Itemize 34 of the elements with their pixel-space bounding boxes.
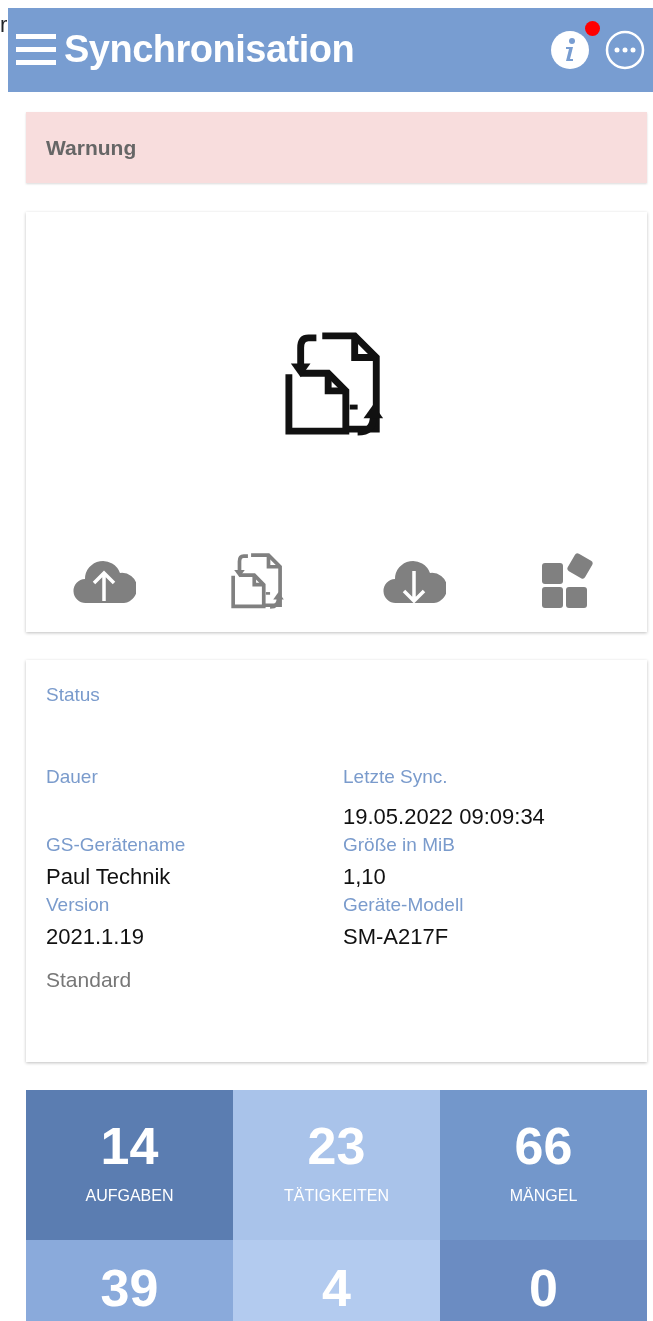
mode-text: Standard — [46, 967, 133, 993]
field-value: Paul Technik — [46, 863, 172, 891]
tile-count: 66 — [514, 1120, 573, 1172]
field-label: Dauer — [46, 765, 99, 789]
counter-tile[interactable]: 14 AUFGABEN — [26, 1090, 233, 1240]
tile-count: 14 — [100, 1120, 159, 1172]
counter-tile[interactable]: 23 TÄTIGKEITEN — [233, 1090, 440, 1240]
info-icon[interactable] — [551, 31, 589, 69]
text-fragment: r — [0, 14, 8, 36]
field-label: Status — [46, 683, 101, 707]
field-value: 19.05.2022 09:09:34 — [343, 803, 546, 831]
field-label: Geräte-Modell — [343, 893, 465, 917]
tile-label: AUFGABEN — [85, 1186, 174, 1206]
counter-tile[interactable]: 0 — [440, 1240, 647, 1321]
tile-count: 39 — [100, 1262, 159, 1314]
field-label: GS-Gerätename — [46, 833, 187, 857]
menu-icon[interactable] — [16, 33, 58, 67]
tile-count: 23 — [307, 1120, 366, 1172]
warning-title: Warnung — [46, 134, 137, 161]
field-value: SM-A217F — [343, 923, 450, 951]
field-label: Version — [46, 893, 111, 917]
counter-tile[interactable]: 66 MÄNGEL — [440, 1090, 647, 1240]
counter-tile[interactable]: 39 — [26, 1240, 233, 1321]
tile-count: 0 — [529, 1262, 558, 1314]
tile-label: MÄNGEL — [509, 1186, 578, 1206]
field-label: Letzte Sync. — [343, 765, 449, 789]
page-title: Synchronisation — [64, 27, 355, 73]
tile-count: 4 — [322, 1262, 351, 1314]
more-icon[interactable] — [605, 30, 645, 70]
field-value: 2021.1.19 — [46, 923, 145, 951]
field-label: Größe in MiB — [343, 833, 456, 857]
counter-tile[interactable]: 4 — [233, 1240, 440, 1321]
tile-label: TÄTIGKEITEN — [284, 1186, 389, 1206]
field-value: 1,10 — [343, 863, 387, 891]
